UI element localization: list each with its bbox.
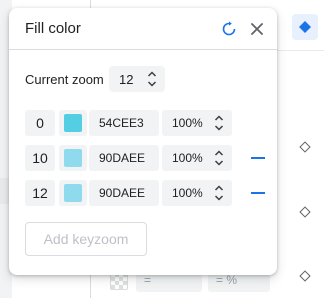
up-down-chevron-icon xyxy=(147,71,157,87)
fill-color-popup: Fill color Current zoom 12 0 54CEE3 100% xyxy=(9,8,277,275)
current-zoom-value: 12 xyxy=(119,71,134,87)
keyzoom-zoom-field[interactable]: 0 xyxy=(25,110,55,136)
diamond-icon xyxy=(299,21,311,33)
reset-button[interactable] xyxy=(219,19,239,39)
close-icon xyxy=(251,23,263,35)
remove-keyzoom-button[interactable] xyxy=(251,192,265,194)
current-zoom-label: Current zoom xyxy=(25,72,104,87)
reset-icon xyxy=(222,21,236,36)
popup-title: Fill color xyxy=(25,20,81,37)
keyzoom-zoom-field[interactable]: 10 xyxy=(25,145,55,171)
keyzoom-row: 0 54CEE3 100% xyxy=(25,110,265,136)
up-down-chevron-icon xyxy=(214,150,224,166)
color-swatch xyxy=(64,149,82,167)
opacity-value: 100% xyxy=(172,151,203,165)
diamond-icon[interactable] xyxy=(299,270,311,282)
color-swatch xyxy=(64,184,82,202)
color-swatch-button[interactable] xyxy=(59,145,87,171)
color-swatch xyxy=(64,114,82,132)
keyzoom-zoom-field[interactable]: 12 xyxy=(25,180,55,206)
close-button[interactable] xyxy=(247,19,267,39)
color-swatch-button[interactable] xyxy=(59,110,87,136)
up-down-chevron-icon xyxy=(214,115,224,131)
popup-header: Fill color xyxy=(9,8,277,50)
add-keyzoom-button[interactable]: Add keyzoom xyxy=(25,222,147,256)
opacity-select[interactable]: 100% xyxy=(162,145,232,171)
keyzoom-row: 12 90DAEE 100% xyxy=(25,180,265,206)
hex-color-field[interactable]: 54CEE3 xyxy=(89,110,159,136)
up-down-chevron-icon xyxy=(214,185,224,201)
diamond-icon[interactable] xyxy=(299,206,311,218)
hex-color-field[interactable]: 90DAEE xyxy=(89,180,159,206)
keyzoom-row: 10 90DAEE 100% xyxy=(25,145,265,171)
opacity-select[interactable]: 100% xyxy=(162,180,232,206)
opacity-select[interactable]: 100% xyxy=(162,110,232,136)
remove-keyzoom-button[interactable] xyxy=(251,157,265,159)
diamond-icon[interactable] xyxy=(299,141,311,153)
opacity-value: 100% xyxy=(172,116,203,130)
symbol-button[interactable] xyxy=(292,14,318,40)
opacity-value: 100% xyxy=(172,186,203,200)
current-zoom-select[interactable]: 12 xyxy=(109,66,165,92)
color-swatch-button[interactable] xyxy=(59,180,87,206)
hex-color-field[interactable]: 90DAEE xyxy=(89,145,159,171)
